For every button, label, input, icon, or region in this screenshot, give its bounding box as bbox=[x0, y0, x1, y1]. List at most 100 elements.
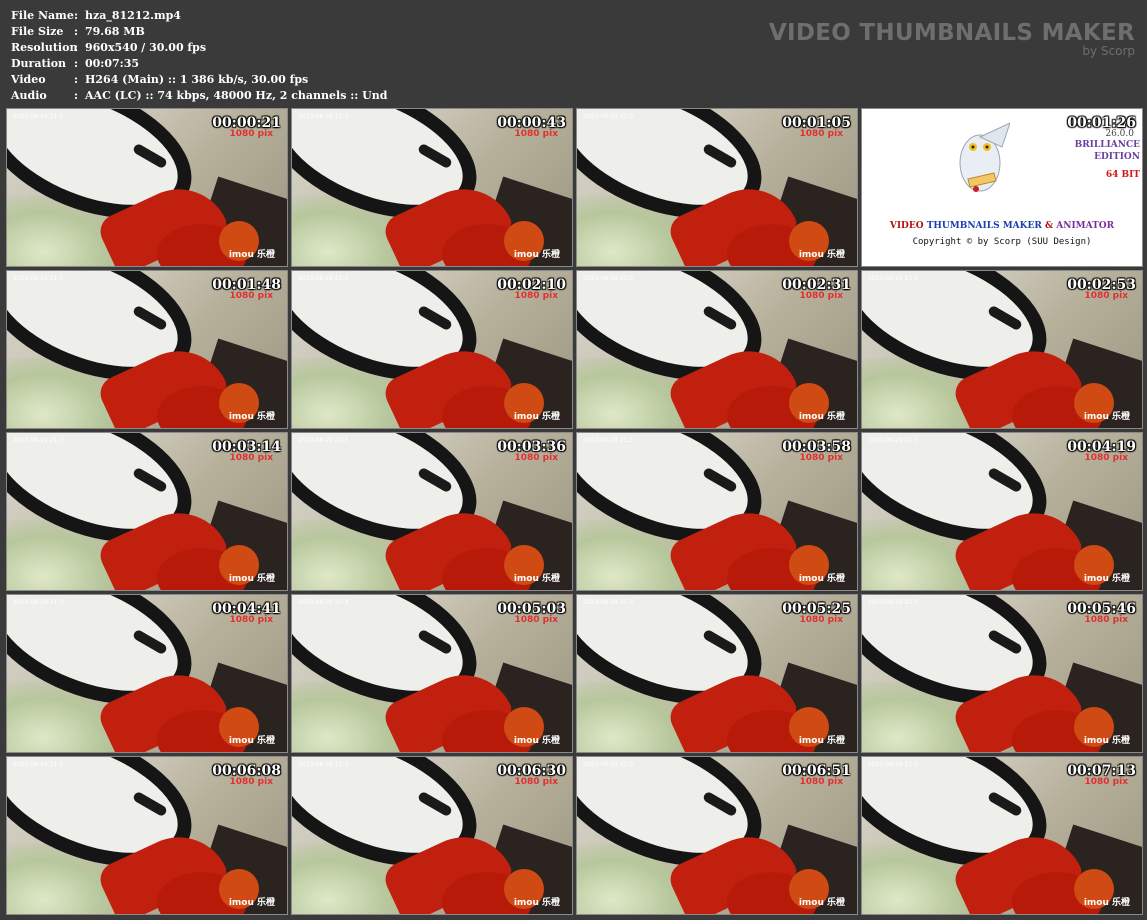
info-row: Audio: AAC (LC) :: 74 kbps, 48000 Hz, 2 c… bbox=[11, 88, 387, 104]
info-key: Audio bbox=[11, 89, 47, 102]
video-thumbnail[interactable]: 2023-08-29 21:3 00:06:08 1080 pix imou 乐橙 bbox=[6, 756, 288, 915]
camera-timestamp: 2023-08-29 21:3 bbox=[298, 113, 349, 120]
camera-timestamp: 2023-08-29 21:3 bbox=[13, 437, 64, 444]
resolution-watermark: 1080 pix bbox=[229, 777, 273, 787]
video-thumbnail[interactable]: 2023-08-29 21:3 00:04:41 1080 pix imou 乐橙 bbox=[6, 594, 288, 753]
resolution-watermark: 1080 pix bbox=[1084, 615, 1128, 625]
resolution-watermark: 1080 pix bbox=[514, 777, 558, 787]
camera-logo: imou 乐橙 bbox=[798, 412, 845, 422]
camera-logo: imou 乐橙 bbox=[1083, 898, 1130, 908]
camera-timestamp: 2023-08-29 21:3 bbox=[583, 761, 634, 768]
camera-logo: imou 乐橙 bbox=[798, 898, 845, 908]
resolution-watermark: 1080 pix bbox=[229, 129, 273, 139]
resolution-watermark: 1080 pix bbox=[799, 615, 843, 625]
resolution-watermark: 1080 pix bbox=[799, 129, 843, 139]
promo-title-a: VIDEO bbox=[889, 221, 924, 231]
camera-logo: imou 乐橙 bbox=[228, 898, 275, 908]
info-value: H264 (Main) :: 1 386 kb/s, 30.00 fps bbox=[85, 73, 309, 86]
resolution-watermark: 1080 pix bbox=[514, 291, 558, 301]
camera-timestamp: 2023-08-29 21:3 bbox=[13, 761, 64, 768]
promo-edition-line: BRILLIANCE bbox=[1074, 140, 1140, 150]
video-thumbnail[interactable]: 2023-08-29 21:3 00:05:25 1080 pix imou 乐橙 bbox=[576, 594, 858, 753]
video-thumbnail[interactable]: 2023-08-29 21:3 00:02:10 1080 pix imou 乐橙 bbox=[291, 270, 573, 429]
info-row: File Size:79.68 MB bbox=[11, 24, 387, 40]
promo-title-amp: & bbox=[1044, 221, 1054, 231]
camera-timestamp: 2023-08-29 21:3 bbox=[298, 275, 349, 282]
camera-logo: imou 乐橙 bbox=[1083, 574, 1130, 584]
info-separator: : bbox=[74, 73, 79, 86]
resolution-watermark: 1080 pix bbox=[514, 453, 558, 463]
info-separator: : bbox=[74, 9, 79, 22]
info-separator: : bbox=[74, 89, 79, 102]
video-thumbnail[interactable]: 2023-08-29 21:3 00:05:46 1080 pix imou 乐橙 bbox=[861, 594, 1143, 753]
info-row: File Name: hza_81212.mp4 bbox=[11, 8, 387, 24]
promo-copyright: Copyright © by Scorp (SUU Design) bbox=[912, 237, 1092, 247]
camera-logo: imou 乐橙 bbox=[513, 736, 560, 746]
resolution-watermark: 1080 pix bbox=[229, 615, 273, 625]
video-thumbnail[interactable]: 2023-08-29 21:3 00:00:43 1080 pix imou 乐橙 bbox=[291, 108, 573, 267]
video-thumbnail[interactable]: 2023-08-29 21:3 00:02:31 1080 pix imou 乐橙 bbox=[576, 270, 858, 429]
resolution-watermark: 1080 pix bbox=[514, 615, 558, 625]
resolution-watermark: 1080 pix bbox=[1084, 453, 1128, 463]
brand-title: VIDEO THUMBNAILS MAKER bbox=[768, 20, 1135, 46]
info-value: 79.68 MB bbox=[85, 25, 145, 38]
camera-timestamp: 2023-08-29 21:3 bbox=[868, 437, 919, 444]
info-key: Video bbox=[11, 73, 46, 86]
info-key: Duration bbox=[11, 57, 67, 70]
owl-logo-icon bbox=[959, 122, 1010, 192]
info-key: File Size bbox=[11, 25, 64, 38]
brand-subtitle: by Scorp bbox=[1082, 44, 1135, 58]
camera-logo: imou 乐橙 bbox=[798, 250, 845, 260]
video-thumbnail[interactable]: 2023-08-29 21:3 00:02:53 1080 pix imou 乐橙 bbox=[861, 270, 1143, 429]
camera-logo: imou 乐橙 bbox=[513, 574, 560, 584]
camera-timestamp: 2023-08-29 21:3 bbox=[868, 275, 919, 282]
file-info-panel: File Name: hza_81212.mp4 File Size:79.68 M… bbox=[11, 8, 387, 104]
promo-edition: BRILLIANCE EDITION 64 BIT bbox=[1075, 139, 1140, 181]
promo-edition-line: EDITION bbox=[1094, 152, 1140, 162]
camera-timestamp: 2023-08-29 21:3 bbox=[13, 275, 64, 282]
video-thumbnail[interactable]: 2023-08-29 21:3 00:01:05 1080 pix imou 乐橙 bbox=[576, 108, 858, 267]
camera-timestamp: 2023-08-29 21:3 bbox=[13, 113, 64, 120]
resolution-watermark: 1080 pix bbox=[799, 777, 843, 787]
camera-timestamp: 2023-08-29 21:3 bbox=[298, 761, 349, 768]
promo-thumbnail: 00:01:26 26.0.0 BRILLIANCE EDITION 64 BIT VID… bbox=[861, 108, 1143, 267]
resolution-watermark: 1080 pix bbox=[799, 291, 843, 301]
resolution-watermark: 1080 pix bbox=[229, 453, 273, 463]
info-value: 00:07:35 bbox=[85, 57, 140, 70]
camera-timestamp: 2023-08-29 21:3 bbox=[583, 275, 634, 282]
promo-title-b: THUMBNAILS MAKER bbox=[926, 221, 1042, 231]
video-thumbnail[interactable]: 2023-08-29 21:3 00:06:51 1080 pix imou 乐橙 bbox=[576, 756, 858, 915]
video-thumbnail[interactable]: 2023-08-29 21:3 00:03:36 1080 pix imou 乐橙 bbox=[291, 432, 573, 591]
promo-bits: 64 BIT bbox=[1105, 170, 1140, 180]
camera-logo: imou 乐橙 bbox=[798, 736, 845, 746]
camera-logo: imou 乐橙 bbox=[513, 412, 560, 422]
info-value: 960x540 / 30.00 fps bbox=[85, 41, 207, 54]
thumbnail-grid: 2023-08-29 21:3 00:00:21 1080 pix imou 乐橙 20… bbox=[6, 108, 1143, 915]
video-thumbnail[interactable]: 2023-08-29 21:3 00:04:19 1080 pix imou 乐橙 bbox=[861, 432, 1143, 591]
camera-timestamp: 2023-08-29 21:3 bbox=[583, 113, 634, 120]
camera-timestamp: 2023-08-29 21:3 bbox=[298, 599, 349, 606]
video-thumbnail[interactable]: 2023-08-29 21:3 00:07:13 1080 pix imou 乐橙 bbox=[861, 756, 1143, 915]
info-key: Resolution bbox=[11, 41, 78, 54]
info-value: hza_81212.mp4 bbox=[85, 9, 181, 22]
video-thumbnail[interactable]: 2023-08-29 21:3 00:06:30 1080 pix imou 乐橙 bbox=[291, 756, 573, 915]
video-thumbnail[interactable]: 2023-08-29 21:3 00:05:03 1080 pix imou 乐橙 bbox=[291, 594, 573, 753]
camera-logo: imou 乐橙 bbox=[798, 574, 845, 584]
info-separator: : bbox=[74, 57, 79, 70]
promo-version: 26.0.0 bbox=[1105, 129, 1134, 139]
resolution-watermark: 1080 pix bbox=[1084, 291, 1128, 301]
video-thumbnail[interactable]: 2023-08-29 21:3 00:03:14 1080 pix imou 乐橙 bbox=[6, 432, 288, 591]
info-separator: : bbox=[74, 25, 79, 38]
camera-timestamp: 2023-08-29 21:3 bbox=[868, 599, 919, 606]
video-thumbnail[interactable]: 2023-08-29 21:3 00:01:48 1080 pix imou 乐橙 bbox=[6, 270, 288, 429]
camera-logo: imou 乐橙 bbox=[1083, 736, 1130, 746]
promo-title-c: ANIMATOR bbox=[1056, 221, 1115, 231]
video-thumbnail[interactable]: 2023-08-29 21:3 00:03:58 1080 pix imou 乐橙 bbox=[576, 432, 858, 591]
camera-logo: imou 乐橙 bbox=[228, 412, 275, 422]
info-row: Duration:00:07:35 bbox=[11, 56, 387, 72]
info-row: Video: H264 (Main) :: 1 386 kb/s, 30.00 f… bbox=[11, 72, 387, 88]
camera-logo: imou 乐橙 bbox=[228, 250, 275, 260]
video-thumbnail[interactable]: 2023-08-29 21:3 00:00:21 1080 pix imou 乐橙 bbox=[6, 108, 288, 267]
info-key: File Name bbox=[11, 9, 74, 22]
info-row: Resolution:960x540 / 30.00 fps bbox=[11, 40, 387, 56]
